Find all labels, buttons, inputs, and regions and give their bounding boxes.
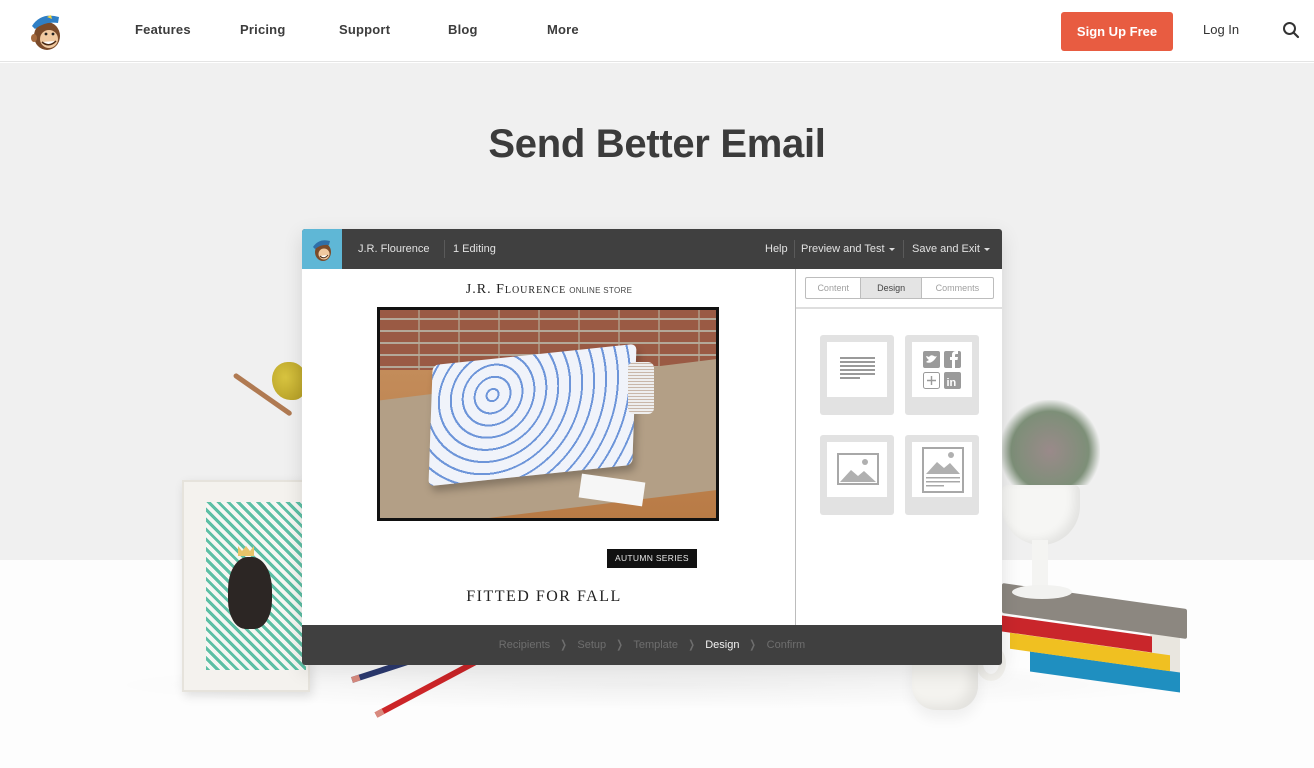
image-block-icon xyxy=(837,453,879,485)
editor-logo-tile[interactable] xyxy=(302,229,342,269)
image-card-block-icon xyxy=(922,447,964,493)
crown-illustration xyxy=(238,546,254,556)
freddie-logo-icon[interactable] xyxy=(27,11,65,51)
editor-toolbar: J.R. Flourence 1 Editing Help Preview an… xyxy=(302,229,1002,269)
save-and-exit-menu[interactable]: Save and Exit xyxy=(912,243,990,255)
succulent-illustration xyxy=(1000,400,1100,485)
preview-and-test-label: Preview and Test xyxy=(801,243,885,255)
store-header: J.R. Flourence ONLINE STORE xyxy=(302,282,796,298)
top-navigation: Features Pricing Support Blog More Sign … xyxy=(0,0,1314,62)
vase-stem-illustration xyxy=(1032,540,1048,590)
freddie-mini-icon xyxy=(313,240,331,261)
step-design[interactable]: Design xyxy=(705,625,739,665)
vase-base-illustration xyxy=(1012,585,1072,599)
caret-down-icon xyxy=(888,247,895,251)
image-card-block-tile[interactable] xyxy=(905,435,979,515)
twine-spool-photo xyxy=(628,362,654,414)
panel-tabs: Content Design Comments xyxy=(805,277,994,299)
sign-up-free-button[interactable]: Sign Up Free xyxy=(1061,12,1173,51)
chevron-right-icon: ❯ xyxy=(688,639,695,651)
design-panel: Content Design Comments in xyxy=(795,269,1002,625)
text-block-tile[interactable] xyxy=(820,335,894,415)
picture-frame-illustration xyxy=(182,480,310,692)
log-in-link[interactable]: Log In xyxy=(1203,22,1239,37)
chevron-right-icon: ❯ xyxy=(749,639,757,651)
tab-comments[interactable]: Comments xyxy=(922,278,993,298)
save-and-exit-label: Save and Exit xyxy=(912,243,980,255)
toolbar-divider xyxy=(794,240,795,258)
social-block-tile[interactable]: in xyxy=(905,335,979,415)
tab-content[interactable]: Content xyxy=(806,278,862,298)
image-caption-label: AUTUMN SERIES xyxy=(607,549,697,568)
social-block-icon: in xyxy=(923,351,961,389)
store-name: J.R. Flourence xyxy=(465,282,567,297)
step-setup[interactable]: Setup xyxy=(577,625,606,665)
email-editor-mockup: J.R. Flourence 1 Editing Help Preview an… xyxy=(302,229,1002,665)
nav-pricing[interactable]: Pricing xyxy=(240,22,285,37)
chimp-illustration xyxy=(228,557,272,629)
step-template[interactable]: Template xyxy=(633,625,678,665)
email-preview: J.R. Flourence ONLINE STORE AUTUMN SERIES… xyxy=(302,269,796,625)
store-subtitle: ONLINE STORE xyxy=(569,286,633,295)
text-block-icon xyxy=(840,357,875,379)
help-link[interactable]: Help xyxy=(765,243,788,255)
preview-and-test-menu[interactable]: Preview and Test xyxy=(801,243,895,255)
svg-text:in: in xyxy=(947,377,957,389)
nav-support[interactable]: Support xyxy=(339,22,390,37)
email-heading[interactable]: FITTED FOR FALL xyxy=(302,588,786,606)
nav-more[interactable]: More xyxy=(547,22,579,37)
chevron-right-icon: ❯ xyxy=(560,639,567,651)
folded-shirt-photo xyxy=(428,343,637,487)
caret-down-icon xyxy=(983,247,990,251)
image-block-tile[interactable] xyxy=(820,435,894,515)
campaign-steps: Recipients ❯ Setup ❯ Template ❯ Design ❯ Confirm xyxy=(302,625,1002,665)
tab-design[interactable]: Design xyxy=(861,278,922,298)
toolbar-divider xyxy=(444,240,445,258)
leaf-pattern-art xyxy=(206,502,306,670)
toolbar-divider xyxy=(903,240,904,258)
nav-blog[interactable]: Blog xyxy=(448,22,478,37)
account-name[interactable]: J.R. Flourence xyxy=(358,243,430,255)
hero-title: Send Better Email xyxy=(488,122,826,166)
step-confirm[interactable]: Confirm xyxy=(767,625,806,665)
chevron-right-icon: ❯ xyxy=(616,639,623,651)
step-recipients[interactable]: Recipients xyxy=(499,625,550,665)
bird-illustration xyxy=(272,362,306,400)
editing-status: 1 Editing xyxy=(453,243,496,255)
product-hero-image[interactable] xyxy=(377,307,719,521)
search-icon[interactable] xyxy=(1282,21,1300,39)
panel-divider xyxy=(796,307,1002,309)
nav-features[interactable]: Features xyxy=(135,22,191,37)
